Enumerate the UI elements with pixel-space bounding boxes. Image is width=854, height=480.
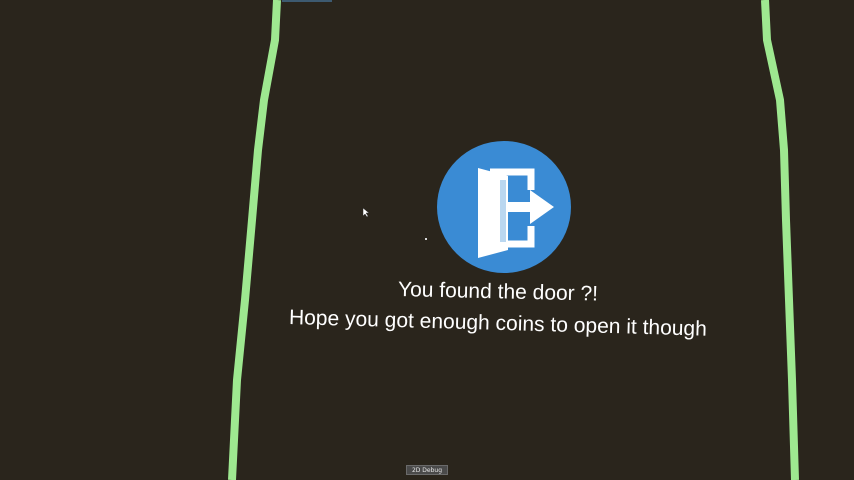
exit-door-icon xyxy=(436,140,572,274)
found-door-message: You found the door ?! xyxy=(397,278,599,306)
right-wall xyxy=(761,0,799,480)
debug-2d-button[interactable]: 2D Debug xyxy=(406,465,448,475)
level-walls xyxy=(228,0,799,480)
small-dot xyxy=(425,238,427,240)
left-wall xyxy=(228,0,281,480)
mouse-cursor-icon xyxy=(363,208,370,218)
top-edge-strip xyxy=(282,0,332,2)
game-scene: You found the door ?! Hope you got enoug… xyxy=(0,0,854,480)
